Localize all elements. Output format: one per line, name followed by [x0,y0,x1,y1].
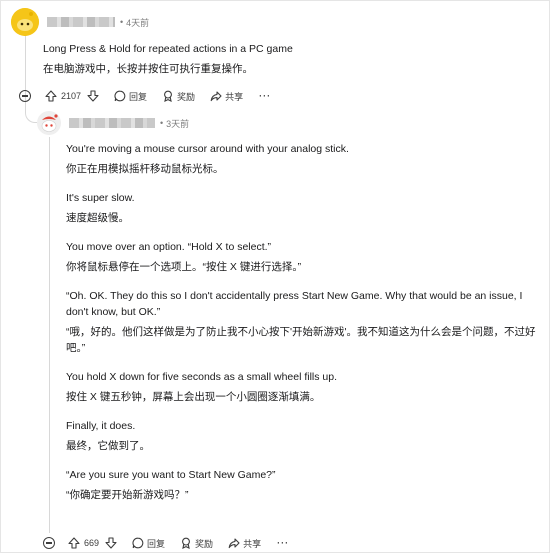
more-options-icon[interactable]: ··· [277,538,289,548]
reply-actions: 669 回复 奖励 共享 ··· [67,536,289,550]
comment-timestamp: 4天前 [126,17,150,28]
reply-text-en: “Oh. OK. They do this so I don't acciden… [66,290,526,318]
reply-text-en: “Are you sure you want to Start New Game… [66,469,276,481]
more-options-icon[interactable]: ··· [259,91,271,101]
downvote-icon[interactable] [86,90,99,103]
upvote-icon[interactable] [67,537,80,550]
reply-text-zh: 你将鼠标悬停在一个选项上。“按住 X 键进行选择。” [66,261,302,273]
award-button[interactable]: 奖励 [161,90,195,103]
award-button[interactable]: 奖励 [179,537,213,550]
share-label: 共享 [225,91,244,102]
downvote-icon[interactable] [104,537,117,550]
share-label: 共享 [243,538,262,549]
reply-text-en: It's super slow. [66,192,135,204]
reply-text-en: You hold X down for five seconds as a sm… [66,371,338,383]
reply-header: • 3天前 [37,111,189,135]
comment-text-zh: 在电脑游戏中，长按并按住可执行重复操作。 [43,63,253,75]
username-redacted[interactable] [47,17,115,27]
collapse-thread-icon[interactable] [19,90,31,102]
comment-actions: 2107 回复 奖励 共享 ··· [44,89,271,103]
thread-line-1[interactable] [25,33,26,93]
reply-button[interactable]: 回复 [131,537,165,550]
avatar[interactable] [37,111,61,135]
award-label: 奖励 [177,91,196,102]
separator-dot: • [120,17,124,27]
award-icon [179,537,192,550]
share-arrow-icon [209,90,222,103]
comment-body: Long Press & Hold for repeated actions i… [43,41,523,77]
reply-label: 回复 [129,91,148,102]
reply-text-zh: 速度超级慢。 [66,212,129,224]
reply-text-en: You're moving a mouse cursor around with… [66,143,349,155]
reply-text-en: You move over an option. “Hold X to sele… [66,241,272,253]
reply-text-zh: 你正在用模拟摇杆移动鼠标光标。 [66,163,224,175]
upvote-icon[interactable] [44,90,57,103]
comment-header: • 4天前 [11,8,149,36]
reply-text-zh: 按住 X 键五秒钟，屏幕上会出现一个小圆圈逐渐填满。 [66,391,321,403]
comment-bubble-icon [131,537,144,550]
reply-timestamp: 3天前 [166,118,190,129]
reply-text-zh: “哦，好的。他们这样做是为了防止我不小心按下'开始新游戏'。我不知道这为什么会是… [66,326,536,354]
comment-thread: • 4天前 Long Press & Hold for repeated act… [0,0,550,553]
reply-label: 回复 [147,538,166,549]
comment-text-en: Long Press & Hold for repeated actions i… [43,43,293,55]
vote-count: 669 [84,538,100,548]
reply-text-en: Finally, it does. [66,420,136,432]
award-label: 奖励 [195,538,214,549]
username-redacted[interactable] [69,118,155,128]
award-icon [161,90,174,103]
separator-dot: • [160,118,164,128]
share-arrow-icon [227,537,240,550]
share-button[interactable]: 共享 [209,90,243,103]
avatar[interactable] [11,8,39,36]
reply-button[interactable]: 回复 [113,90,147,103]
snoo-avatar-icon [37,111,61,135]
collapse-thread-icon[interactable] [43,537,55,549]
snoo-avatar-icon [11,8,39,36]
reply-body: You're moving a mouse cursor around with… [66,141,536,503]
reply-text-zh: “你确定要开始新游戏吗？” [66,489,189,501]
share-button[interactable]: 共享 [227,537,261,550]
vote-count: 2107 [61,91,82,101]
reply-text-zh: 最终，它做到了。 [66,440,150,452]
thread-line-2[interactable] [49,137,50,533]
comment-bubble-icon [113,90,126,103]
